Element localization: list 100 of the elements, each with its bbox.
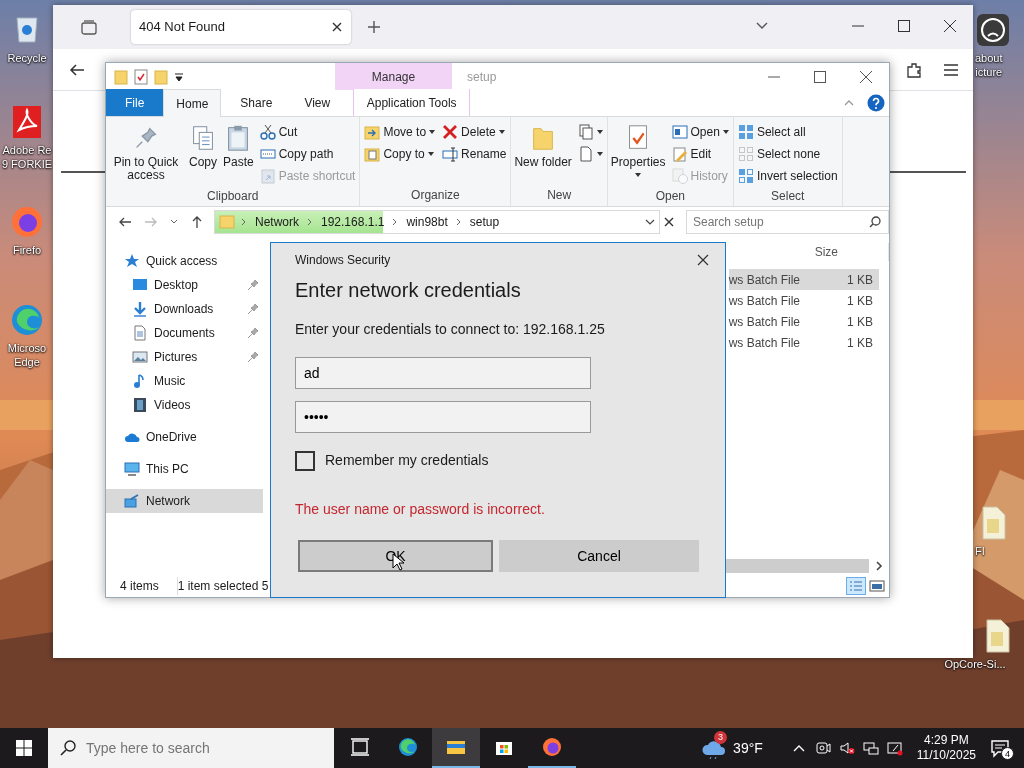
- chevron-down-icon[interactable]: [645, 217, 656, 227]
- sad-face-icon[interactable]: [975, 12, 1011, 48]
- ribbon-button[interactable]: Move to: [362, 121, 438, 143]
- ribbon-button[interactable]: Select none: [735, 143, 840, 165]
- checkbox-label[interactable]: Remember my credentials: [325, 450, 489, 471]
- dotted-grid-icon: [737, 146, 754, 162]
- menu-icon[interactable]: [943, 61, 959, 78]
- file-row[interactable]: ws Batch File 1 KB: [728, 290, 879, 311]
- ribbon-tab[interactable]: Share: [227, 89, 286, 116]
- password-field[interactable]: •••••: [295, 401, 591, 433]
- ribbon-tab[interactable]: File: [106, 89, 164, 116]
- desktop-icon-label[interactable]: Recycle: [7, 51, 47, 65]
- properties-icon[interactable]: [134, 68, 148, 85]
- ribbon-button[interactable]: Delete: [440, 121, 509, 143]
- page-icon: [577, 146, 594, 162]
- status-text: 4 items: [120, 578, 159, 595]
- username-field[interactable]: ad: [295, 357, 591, 389]
- customize-icon[interactable]: [174, 70, 184, 83]
- caret-icon: [498, 130, 505, 134]
- breadcrumb-item[interactable]: 192.168.1.1: [317, 213, 389, 231]
- caret-icon: [596, 130, 603, 134]
- ribbon-tab[interactable]: Home: [163, 89, 222, 117]
- breadcrumb-item[interactable]: setup: [465, 213, 504, 231]
- start-icon[interactable]: [16, 740, 32, 756]
- ribbon-button[interactable]: Edit: [669, 143, 731, 165]
- close-icon[interactable]: [697, 254, 709, 266]
- back-arrow-icon[interactable]: [69, 61, 85, 78]
- up-arrow-icon[interactable]: [190, 215, 204, 229]
- chevron-right-icon[interactable]: [240, 218, 248, 226]
- search-field[interactable]: Search setup: [686, 210, 889, 234]
- ribbon-tab[interactable]: View: [291, 89, 344, 116]
- chevron-right-icon[interactable]: [873, 560, 885, 572]
- search-icon[interactable]: [869, 216, 881, 228]
- ribbon-button[interactable]: Pin to Quick access: [108, 121, 184, 184]
- table-cell-text: ws Batch File: [728, 292, 800, 310]
- puzzle-icon[interactable]: [905, 60, 923, 79]
- camera-icon[interactable]: [814, 740, 831, 756]
- file-row[interactable]: ws Batch File 1 KB: [728, 311, 879, 332]
- pen-display-icon[interactable]: [886, 740, 903, 756]
- desktop-icon-label[interactable]: about icture: [975, 51, 1003, 79]
- browser-tab[interactable]: 404 Not Found: [131, 10, 351, 44]
- network-icon[interactable]: [862, 740, 879, 756]
- search-field[interactable]: Type here to search: [48, 728, 334, 768]
- address-bar[interactable]: Network 192.168.1.1 win98bt setup: [214, 210, 661, 234]
- folder-icon: [219, 215, 235, 229]
- thumbnail-view-icon[interactable]: [869, 579, 885, 593]
- nav-item[interactable]: Pictures: [106, 345, 263, 369]
- clock-date[interactable]: 11/10/2025: [916, 748, 976, 763]
- dialog-button[interactable]: Cancel: [499, 540, 699, 572]
- table-cell-text: ws Batch File: [728, 313, 800, 331]
- nav-item[interactable]: Videos: [106, 393, 263, 417]
- back-arrow-icon[interactable]: [118, 215, 132, 229]
- ribbon-button[interactable]: Open: [669, 121, 731, 143]
- ribbon-button[interactable]: Copy to: [362, 143, 438, 165]
- ribbon-button[interactable]: Rename: [440, 143, 509, 165]
- table-cell-text: 1 KB: [847, 271, 874, 289]
- close-icon[interactable]: [943, 19, 957, 33]
- ribbon-tab[interactable]: Application Tools: [353, 89, 471, 116]
- ribbon-button[interactable]: Copy path: [257, 143, 358, 165]
- chevron-right-icon[interactable]: [306, 218, 314, 226]
- nav-item[interactable]: Music: [106, 369, 263, 393]
- close-icon[interactable]: [331, 21, 343, 33]
- clock-icon: [671, 168, 688, 184]
- chevron-right-icon[interactable]: [454, 218, 463, 226]
- nav-item[interactable]: Desktop: [106, 273, 263, 297]
- folder-taskbar-button[interactable]: [432, 728, 480, 768]
- ribbon-button[interactable]: New folder: [513, 121, 573, 171]
- ribbon-button[interactable]: Invert selection: [735, 165, 840, 187]
- column-header[interactable]: Size: [806, 243, 889, 261]
- checkbox[interactable]: [295, 450, 315, 471]
- ribbon-button[interactable]: Copy: [187, 121, 219, 171]
- window-icon: [671, 124, 688, 140]
- file-row[interactable]: ws Batch File 1 KB: [728, 269, 879, 290]
- ribbon-button[interactable]: Paste: [222, 121, 255, 171]
- close-icon[interactable]: [664, 217, 675, 227]
- close-icon[interactable]: [859, 69, 873, 84]
- volume-muted-icon[interactable]: [838, 740, 855, 756]
- ribbon-button[interactable]: Select all: [735, 121, 840, 143]
- help-icon[interactable]: [867, 93, 885, 112]
- maximize-icon[interactable]: [897, 19, 911, 33]
- file-row[interactable]: ws Batch File 1 KB: [728, 332, 879, 353]
- chevron-down-icon[interactable]: [170, 218, 178, 226]
- maximize-icon[interactable]: [813, 69, 827, 84]
- nav-item[interactable]: OneDrive: [106, 425, 263, 449]
- notification-icon[interactable]: [990, 738, 1010, 758]
- ribbon-button[interactable]: Cut: [257, 121, 358, 143]
- desktop-icon-label[interactable]: OpCore-Si...: [944, 657, 1006, 671]
- nav-item[interactable]: Downloads: [106, 297, 263, 321]
- group-label: Organize: [410, 187, 461, 204]
- nav-item[interactable]: Network: [106, 489, 263, 513]
- nav-item[interactable]: This PC: [106, 457, 263, 481]
- nav-item[interactable]: Documents: [106, 321, 263, 345]
- picture-icon: [132, 349, 148, 365]
- clock-time[interactable]: 4:29 PM: [924, 733, 969, 748]
- breadcrumb-item[interactable]: win98bt: [402, 213, 452, 231]
- ribbon-button[interactable]: Properties: [609, 121, 667, 179]
- caret-icon: [722, 130, 729, 134]
- tab-view-icon[interactable]: [81, 19, 97, 35]
- nav-item[interactable]: Quick access: [106, 249, 263, 273]
- new-tab-icon[interactable]: [367, 20, 381, 34]
